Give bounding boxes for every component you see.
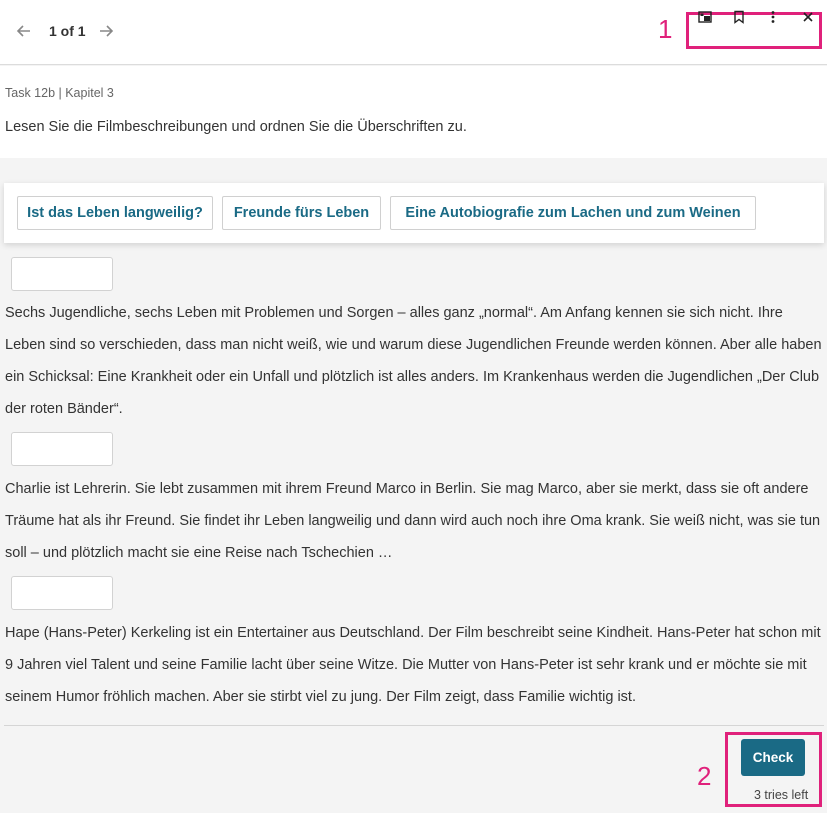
picture-in-picture-icon	[698, 11, 712, 23]
option-chip[interactable]: Freunde fürs Leben	[222, 196, 381, 230]
description-paragraph: Sechs Jugendliche, sechs Leben mit Probl…	[5, 305, 822, 417]
task-meta: Task 12b | Kapitel 3	[5, 86, 114, 100]
task-intro: Task 12b | Kapitel 3 Lesen Sie die Filmb…	[0, 66, 827, 158]
drop-zone[interactable]	[11, 257, 113, 291]
annotation-label-2: 2	[697, 761, 712, 791]
drop-zone[interactable]	[11, 576, 113, 610]
task-instruction: Lesen Sie die Filmbeschreibungen und ord…	[5, 119, 467, 135]
divider	[4, 725, 824, 726]
bookmark-icon	[734, 10, 744, 24]
previous-page-button[interactable]	[12, 19, 36, 43]
option-chip[interactable]: Ist das Leben langweilig?	[17, 196, 213, 230]
drop-zone[interactable]	[11, 432, 113, 466]
option-chip[interactable]: Eine Autobiografie zum Lachen und zum We…	[390, 196, 756, 230]
answer-options-bar: Ist das Leben langweilig? Freunde fürs L…	[4, 183, 824, 243]
next-page-button[interactable]	[94, 19, 118, 43]
arrow-right-icon	[100, 25, 114, 37]
more-options-button[interactable]	[764, 8, 782, 26]
annotation-label-1: 1	[658, 14, 673, 44]
page-indicator: 1 of 1	[49, 23, 86, 39]
top-bar: 1 of 1 1	[0, 0, 827, 65]
description-paragraph: Hape (Hans-Peter) Kerkeling ist ein Ente…	[5, 625, 821, 705]
arrow-left-icon	[16, 25, 30, 37]
check-button[interactable]: Check	[741, 739, 805, 776]
more-vertical-icon	[771, 11, 775, 23]
tries-left-text: 3 tries left	[754, 788, 809, 802]
bookmark-button[interactable]	[730, 8, 748, 26]
picture-in-picture-button[interactable]	[696, 8, 714, 26]
close-button[interactable]	[799, 8, 817, 26]
description-paragraph: Charlie ist Lehrerin. Sie lebt zusammen …	[5, 481, 821, 561]
close-icon	[803, 12, 813, 22]
